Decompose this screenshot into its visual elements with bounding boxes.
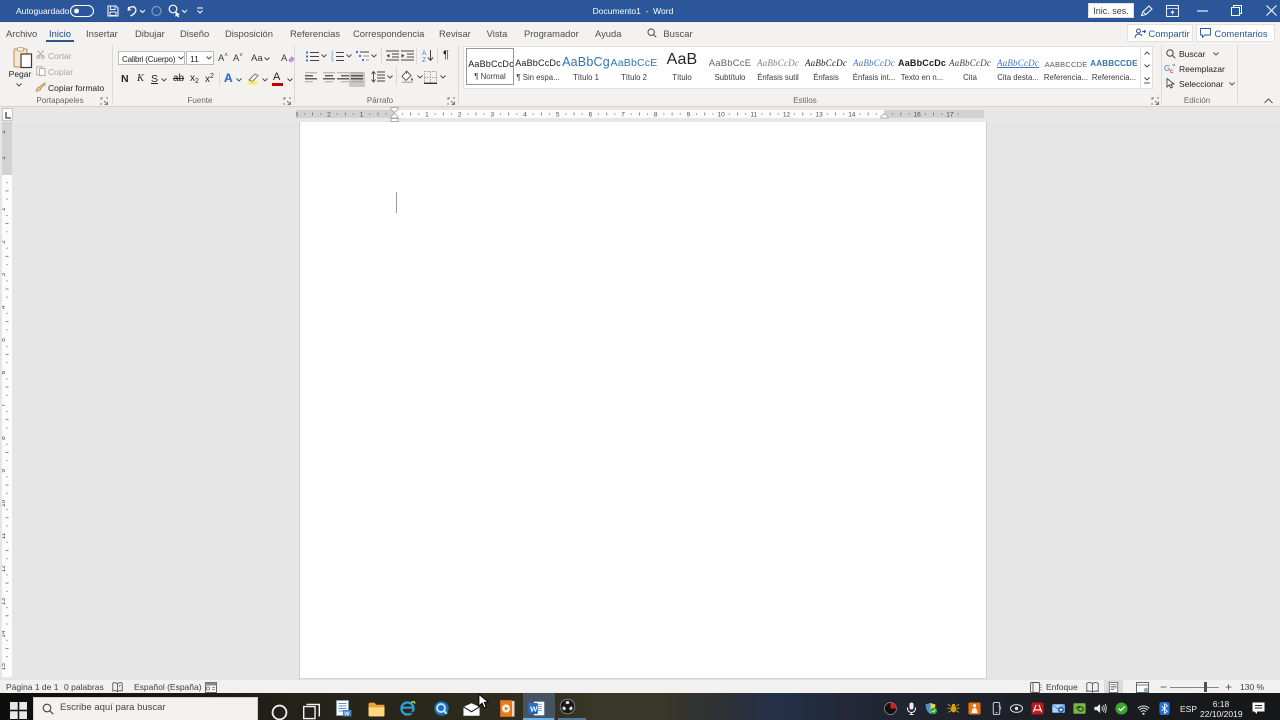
svg-text:9: 9 [2,469,7,473]
svg-text:4: 4 [2,305,7,309]
svg-text:1: 1 [425,112,429,119]
svg-text:2: 2 [458,112,462,119]
svg-text:W: W [344,712,350,717]
svg-text:A: A [422,50,427,57]
svg-text:12: 12 [783,112,791,119]
svg-text:7: 7 [621,112,625,119]
svg-text:5: 5 [2,338,7,342]
svg-text:5: 5 [556,112,560,119]
svg-text:3: 3 [331,58,334,63]
svg-text:16: 16 [914,112,922,119]
svg-text:W: W [530,704,538,713]
svg-text:13: 13 [816,112,824,119]
svg-text:1: 1 [360,112,364,119]
svg-text:4: 4 [523,112,527,119]
svg-text:13: 13 [2,597,7,605]
svg-text:8: 8 [2,436,7,440]
svg-text:1: 1 [2,156,7,160]
svg-text:c: c [1170,69,1173,74]
svg-text:10: 10 [2,499,7,507]
svg-text:2: 2 [2,240,7,244]
svg-text:10: 10 [717,112,725,119]
svg-text:11: 11 [2,532,7,539]
svg-text:3: 3 [491,112,495,119]
svg-text:2: 2 [2,130,7,134]
svg-text:7: 7 [2,403,7,407]
svg-text:8: 8 [654,112,658,119]
svg-text:9: 9 [687,112,691,119]
svg-text:14: 14 [2,630,7,638]
svg-text:11: 11 [750,112,757,119]
svg-text:12: 12 [2,565,7,573]
svg-text:3: 3 [296,112,298,119]
svg-text:15: 15 [2,663,7,671]
svg-text:6: 6 [589,112,593,119]
svg-text:6: 6 [2,370,7,374]
svg-text:3: 3 [2,272,7,276]
svg-text:1: 1 [2,207,7,211]
svg-text:17: 17 [946,112,954,119]
svg-text:14: 14 [848,112,856,119]
svg-text:2: 2 [327,112,331,119]
svg-text:Z: Z [422,57,426,62]
